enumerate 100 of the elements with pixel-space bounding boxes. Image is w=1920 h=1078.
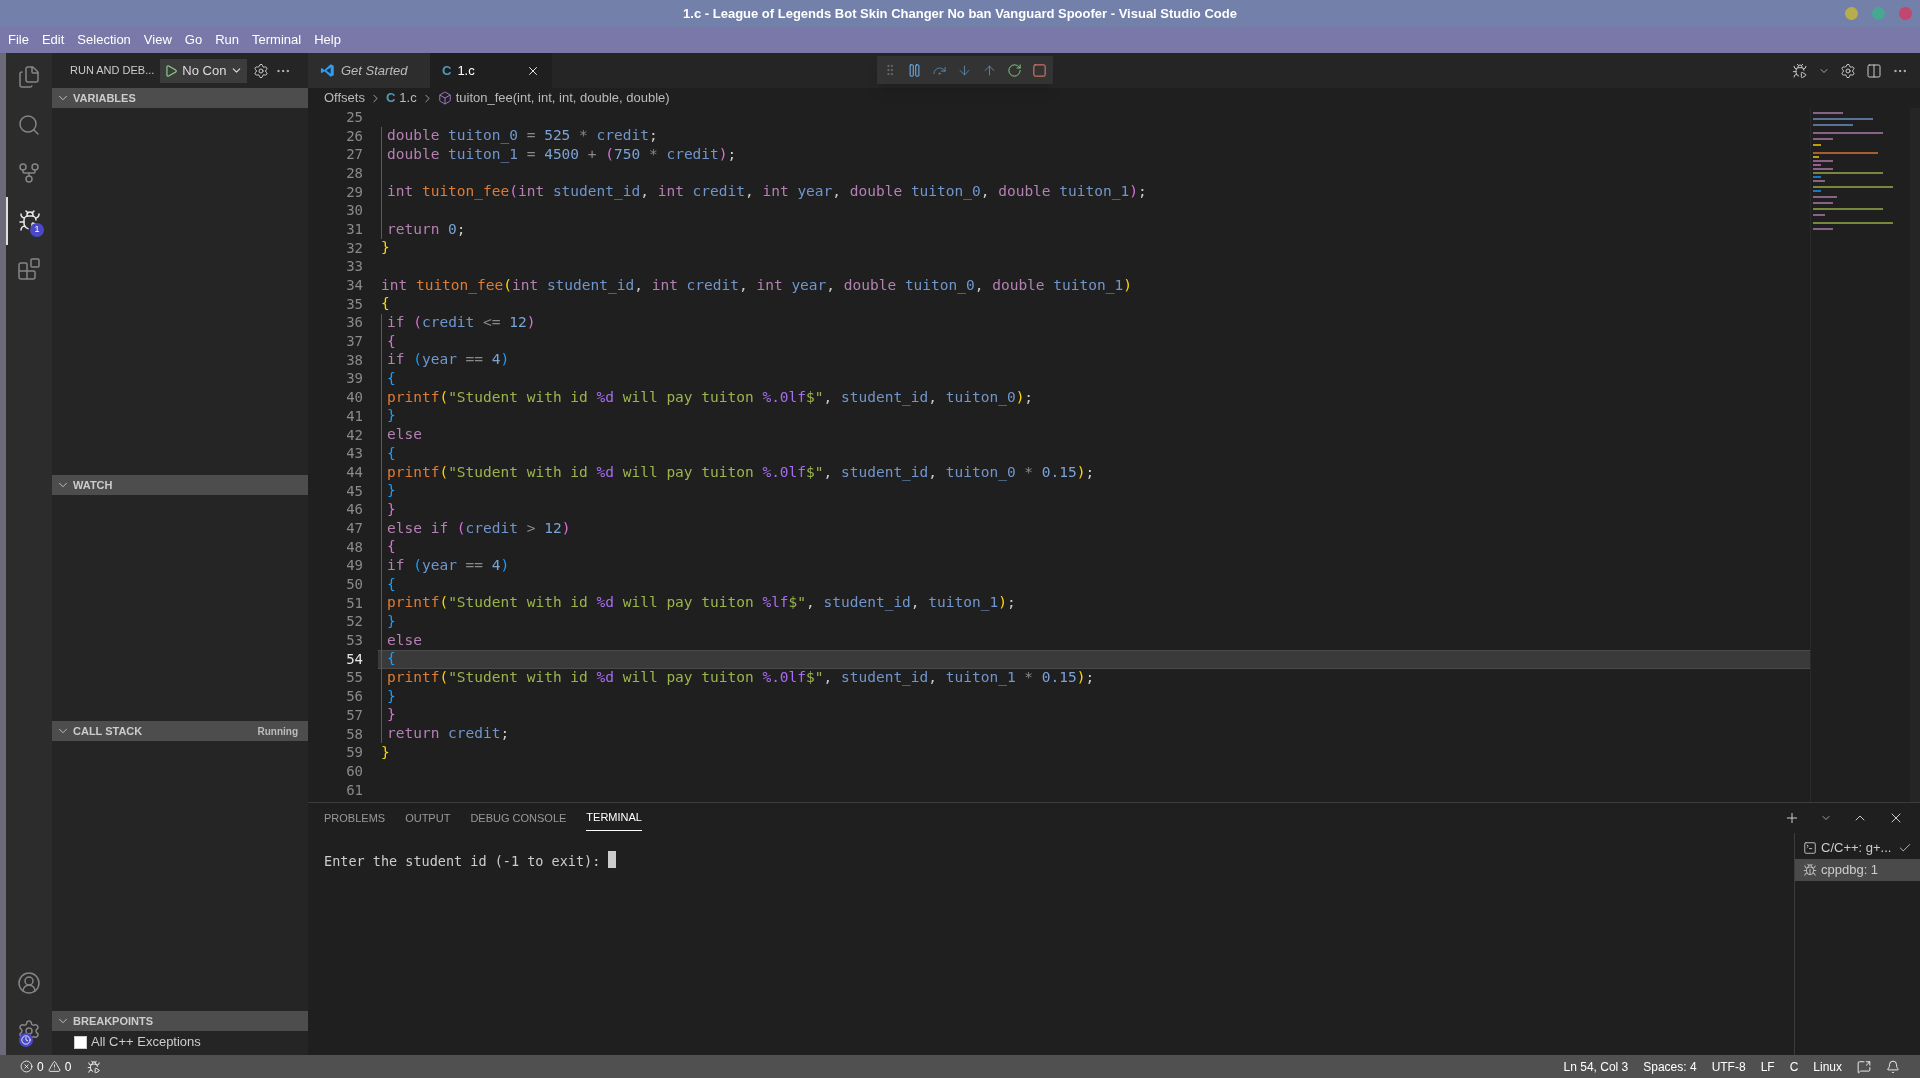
line-number: 25 <box>345 108 363 127</box>
status-item[interactable]: UTF-8 <box>1711 1057 1746 1076</box>
code-line: } <box>387 686 396 706</box>
line-number: 51 <box>345 593 363 613</box>
menu-item[interactable]: Edit <box>41 30 65 50</box>
line-number: 37 <box>345 332 363 352</box>
line-number: 45 <box>345 481 363 501</box>
code-line: else if (credit > 12) <box>387 518 571 538</box>
terminal-list-item[interactable]: cppdbg: 1 <box>1795 859 1920 881</box>
line-number: 61 <box>345 780 363 800</box>
status-item[interactable]: Spaces: 4 <box>1643 1057 1697 1076</box>
terminal-cursor <box>608 851 617 868</box>
line-number: 56 <box>345 687 363 707</box>
menu-item[interactable]: View <box>143 30 172 50</box>
line-number: 44 <box>345 462 363 482</box>
launch-config-dropdown[interactable]: No Con <box>160 58 248 83</box>
bell-icon[interactable] <box>1886 1059 1900 1074</box>
code-line: printf("Student with id %d will pay tuiton %lf$", student_id, tuiton_1); <box>387 593 1016 613</box>
line-number: 47 <box>345 518 363 538</box>
code-line: { <box>387 537 396 557</box>
cube-icon <box>437 91 452 105</box>
notification-badge: 1 <box>30 223 44 237</box>
run-debug-icon[interactable] <box>87 1059 102 1074</box>
line-number: 53 <box>345 631 363 651</box>
panel-tab[interactable]: TERMINAL <box>586 805 642 831</box>
code-line: return 0; <box>387 219 466 239</box>
menu-item[interactable]: Go <box>184 30 203 50</box>
line-number: 39 <box>345 369 363 389</box>
error-count[interactable]: 0 <box>37 1057 44 1076</box>
checkbox[interactable] <box>74 1035 87 1049</box>
breadcrumb-item[interactable]: Offsets <box>324 88 365 108</box>
line-number: 52 <box>345 612 363 632</box>
menu-item[interactable]: File <box>8 30 29 50</box>
extensions-icon <box>17 257 41 281</box>
code-line: } <box>381 238 390 258</box>
settings-icon[interactable] <box>253 62 270 79</box>
step-out-icon[interactable] <box>982 62 997 78</box>
code-line: } <box>387 612 396 632</box>
panel-tab[interactable]: OUTPUT <box>405 805 451 831</box>
menu-item[interactable]: Run <box>215 30 239 50</box>
line-number: 54 <box>345 649 363 669</box>
status-item[interactable]: Ln 54, Col 3 <box>1563 1057 1629 1076</box>
scrollbar[interactable] <box>1910 108 1920 802</box>
code-line: } <box>387 499 396 519</box>
code-line: } <box>387 705 396 725</box>
warning-icon[interactable] <box>47 1060 61 1073</box>
line-number: 40 <box>345 388 363 408</box>
section-header[interactable]: BREAKPOINTS <box>52 1011 308 1031</box>
panel-tab[interactable]: DEBUG CONSOLE <box>470 805 567 831</box>
tab-label: 1.c <box>457 61 476 80</box>
editor-tab[interactable]: Get Started <box>308 53 430 88</box>
run-debug-icon[interactable] <box>1792 62 1808 79</box>
breadcrumb-item[interactable]: tuiton_fee(int, int, int, double, double) <box>455 88 670 108</box>
status-item[interactable]: Linux <box>1813 1057 1842 1076</box>
line-number: 55 <box>345 668 363 688</box>
breakpoint-label: All C++ Exceptions <box>91 1033 201 1052</box>
panel-tab[interactable]: PROBLEMS <box>324 805 386 831</box>
line-number: 46 <box>345 500 363 520</box>
warning-count[interactable]: 0 <box>64 1057 72 1076</box>
menu-item[interactable]: Help <box>314 30 341 50</box>
c-file-icon: C <box>442 60 452 81</box>
menu-item[interactable]: Terminal <box>252 30 302 50</box>
editor-tab[interactable]: C 1.c <box>430 53 552 88</box>
check-icon <box>1898 841 1912 855</box>
breadcrumb-item[interactable]: 1.c <box>399 88 417 108</box>
line-number: 36 <box>345 313 363 333</box>
status-item[interactable]: C <box>1789 1057 1799 1076</box>
code-line: else <box>387 425 422 445</box>
code-line: { <box>381 294 390 314</box>
stop-icon[interactable] <box>1032 62 1047 78</box>
step-into-icon[interactable] <box>957 62 972 78</box>
error-icon[interactable] <box>20 1060 33 1073</box>
bug-icon <box>1803 863 1817 877</box>
vscode-logo-icon <box>320 63 335 78</box>
terminal-name: cppdbg: 1 <box>1821 861 1880 880</box>
menu-item[interactable]: Selection <box>77 30 131 50</box>
section-header[interactable]: VARIABLES <box>52 88 308 108</box>
section-header[interactable]: CALL STACK Running <box>52 721 308 741</box>
status-item[interactable]: LF <box>1760 1057 1775 1076</box>
line-number: 50 <box>345 575 363 595</box>
account-icon[interactable] <box>17 971 41 995</box>
code-line: else <box>387 630 422 650</box>
code-line: { <box>387 369 396 389</box>
terminal-icon <box>1803 841 1817 855</box>
section-title: WATCH <box>73 477 114 493</box>
pause-icon[interactable] <box>907 62 922 78</box>
add-icon[interactable] <box>1784 810 1800 826</box>
restart-icon[interactable] <box>1007 62 1022 78</box>
settings-icon[interactable] <box>1840 62 1856 79</box>
line-number: 41 <box>345 406 363 426</box>
line-number: 33 <box>345 257 363 277</box>
section-header[interactable]: WATCH <box>52 475 308 495</box>
line-number: 49 <box>345 556 363 576</box>
code-line: { <box>387 331 396 351</box>
code-line: printf("Student with id %d will pay tuiton %.0lf$", student_id, tuiton_0); <box>387 387 1034 408</box>
terminal-list-item[interactable]: C/C++: g+... <box>1795 837 1920 859</box>
split-editor-icon[interactable] <box>1866 62 1882 79</box>
tab-label: Get Started <box>341 61 409 80</box>
code-line: printf("Student with id %d will pay tuiton %.0lf$", student_id, tuiton_0 * 0.15); <box>387 462 1095 483</box>
feedback-icon[interactable] <box>1857 1059 1871 1074</box>
